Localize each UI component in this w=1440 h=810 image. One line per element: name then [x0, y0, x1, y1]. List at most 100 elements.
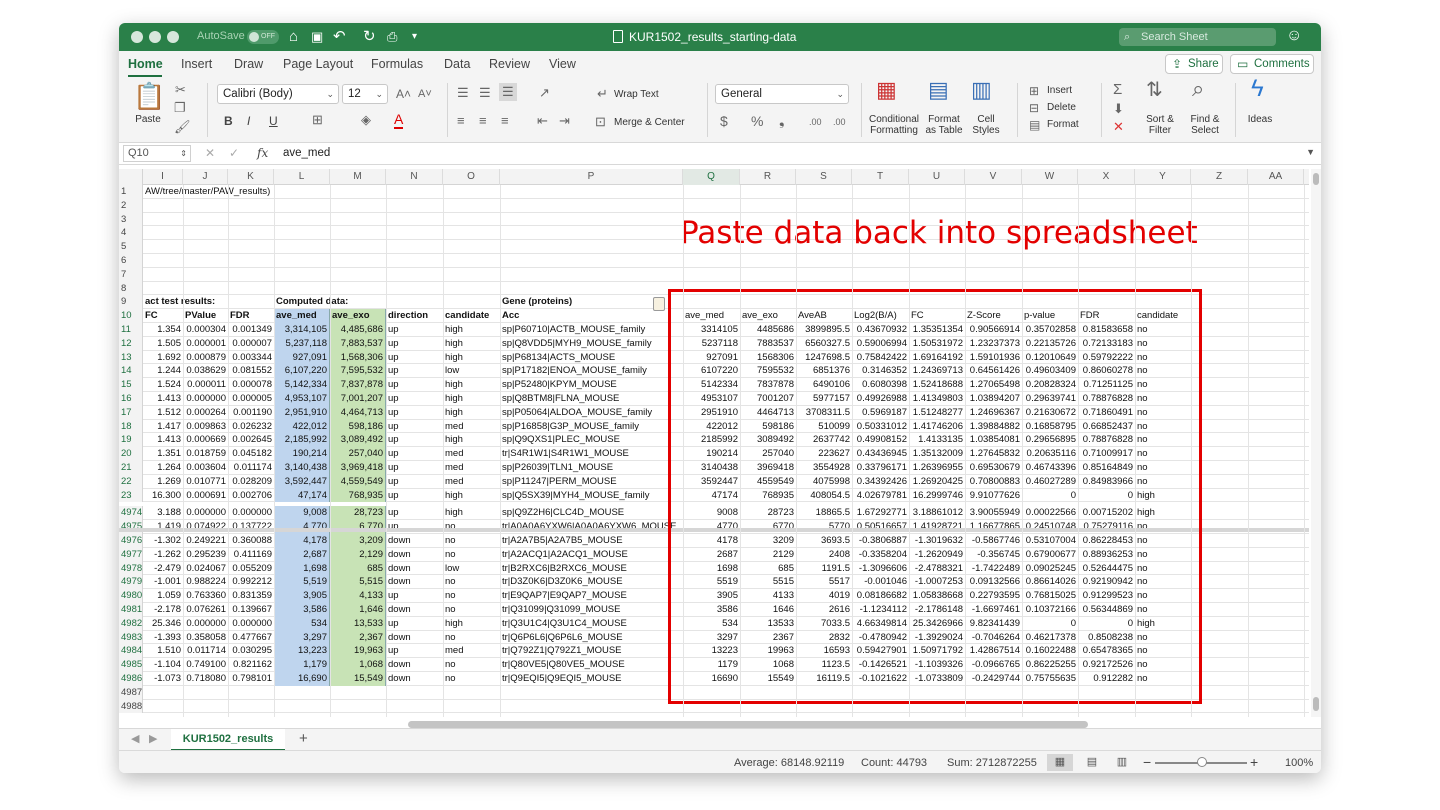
row-header[interactable]: 5 — [119, 240, 143, 254]
cell-styles-label-2[interactable]: Styles — [969, 125, 1003, 136]
column-header-w[interactable]: W — [1022, 169, 1078, 185]
cell-o[interactable]: high — [443, 617, 500, 631]
row-header[interactable]: 1 — [119, 185, 143, 199]
cell-n[interactable]: up — [386, 337, 443, 351]
cell-o[interactable]: high — [443, 506, 500, 520]
cancel-formula-icon[interactable]: ✕ — [205, 146, 215, 160]
cell-m[interactable]: 4,464,713 — [330, 405, 386, 420]
cell-m[interactable]: 1,068 — [330, 658, 386, 672]
sort-filter-label-1[interactable]: Sort & — [1143, 114, 1177, 125]
cell-i[interactable]: -2.479 — [143, 562, 183, 576]
format-as-table-label-2[interactable]: as Table — [923, 125, 965, 136]
cell-n[interactable]: up — [386, 506, 443, 520]
column-header-p[interactable]: P — [500, 169, 683, 185]
paste-icon[interactable]: 📋 — [133, 82, 165, 110]
format-as-table-icon[interactable]: ▤ — [928, 79, 949, 101]
comments-button[interactable]: ▭ Comments — [1230, 54, 1314, 74]
cell-o[interactable]: high — [443, 323, 500, 337]
cell-i[interactable]: act test results: — [143, 295, 283, 309]
cell-p[interactable]: tr|Q792Z1|Q792Z1_MOUSE — [500, 644, 690, 658]
tab-draw[interactable]: Draw — [234, 57, 263, 71]
cell-n[interactable]: up — [386, 644, 443, 658]
italic-icon[interactable]: I — [247, 113, 250, 129]
column-header-l[interactable]: L — [274, 169, 330, 185]
cell-l[interactable]: 5,142,334 — [274, 378, 330, 392]
cell-i[interactable]: 1.264 — [143, 461, 183, 475]
cell-m[interactable]: 7,595,532 — [330, 364, 386, 379]
row-header[interactable]: 18 — [119, 419, 143, 434]
vertical-scroll-thumb-bottom[interactable] — [1313, 697, 1319, 711]
delete-cells-icon[interactable]: ⊟ — [1029, 100, 1039, 116]
fill-color-icon[interactable]: ◈ — [361, 112, 371, 128]
cell-j[interactable]: 0.038629 — [183, 364, 228, 378]
cell-l[interactable]: ave_med — [274, 309, 330, 323]
cell-l[interactable]: 534 — [274, 616, 330, 631]
cell-j[interactable]: 0.000879 — [183, 351, 228, 365]
cell-p[interactable]: tr|D3Z0K6|D3Z0K6_MOUSE — [500, 575, 690, 589]
spreadsheet-grid[interactable]: I J K L M N O P Q R S T U V W X Y Z AA 1 AW/tree/master/PAW… — [119, 169, 1321, 717]
normal-view-icon[interactable]: ▦ — [1047, 754, 1073, 771]
cell-n[interactable]: down — [386, 631, 443, 645]
cell-p[interactable]: tr|Q3U1C4|Q3U1C4_MOUSE — [500, 617, 690, 631]
cell-l[interactable]: 3,140,438 — [274, 461, 330, 475]
cell-k[interactable]: FDR — [228, 309, 274, 323]
zoom-out-icon[interactable]: − — [1143, 754, 1151, 770]
cell-o[interactable]: no — [443, 672, 500, 686]
cell-j[interactable]: 0.000000 — [183, 506, 228, 520]
cell-n[interactable]: up — [386, 617, 443, 631]
customize-toolbar-icon[interactable]: ▾ — [412, 28, 417, 46]
cell-i[interactable]: 1.692 — [143, 351, 183, 365]
page-break-view-icon[interactable]: ▥ — [1109, 754, 1135, 771]
column-header-s[interactable]: S — [796, 169, 852, 185]
cell-o[interactable]: med — [443, 644, 500, 658]
cell-m[interactable]: 4,559,549 — [330, 474, 386, 489]
cell-i[interactable]: 1.059 — [143, 589, 183, 603]
cell-m[interactable]: 5,515 — [330, 575, 386, 590]
clear-icon[interactable]: ✕ — [1113, 119, 1124, 135]
cell-i[interactable]: 1.413 — [143, 392, 183, 406]
undo-icon[interactable]: ↶ — [333, 28, 346, 46]
tab-insert[interactable]: Insert — [181, 57, 212, 71]
cell-n[interactable]: up — [386, 447, 443, 461]
cell-j[interactable]: PValue — [183, 309, 228, 323]
cell-i[interactable]: -1.001 — [143, 575, 183, 589]
cell-k[interactable]: 0.477667 — [228, 631, 274, 645]
cell-p[interactable]: sp|P05064|ALDOA_MOUSE_family — [500, 406, 690, 420]
cell-o[interactable]: high — [443, 378, 500, 392]
zoom-window-button[interactable] — [167, 31, 179, 43]
find-select-icon[interactable]: ⌕ — [1192, 78, 1204, 100]
tab-page-layout[interactable]: Page Layout — [283, 57, 353, 71]
conditional-formatting-icon[interactable]: ▦ — [876, 79, 897, 101]
cell-o[interactable]: high — [443, 337, 500, 351]
cell-m[interactable]: 13,533 — [330, 616, 386, 631]
cell-k[interactable]: 0.411169 — [228, 548, 274, 562]
vertical-scrollbar[interactable] — [1311, 169, 1321, 717]
cell-l[interactable]: 3,592,447 — [274, 474, 330, 489]
conditional-formatting-label-2[interactable]: Formatting — [867, 125, 921, 136]
column-header-x[interactable]: X — [1078, 169, 1135, 185]
minimize-window-button[interactable] — [149, 31, 161, 43]
merge-center-label[interactable]: Merge & Center — [614, 117, 685, 128]
cell-j[interactable]: 0.000001 — [183, 337, 228, 351]
cell-n[interactable]: up — [386, 461, 443, 475]
cell-m[interactable]: 685 — [330, 561, 386, 576]
cell-p[interactable]: sp|Q8VDD5|MYH9_MOUSE_family — [500, 337, 690, 351]
cell-o[interactable]: high — [443, 406, 500, 420]
cell-k[interactable]: 0.026232 — [228, 420, 274, 434]
row-header[interactable]: 16 — [119, 392, 143, 406]
merge-center-icon[interactable]: ⊡ — [595, 114, 606, 130]
cell-i[interactable]: 1.413 — [143, 433, 183, 447]
cell-o[interactable]: med — [443, 420, 500, 434]
select-all-corner[interactable] — [119, 169, 143, 185]
zoom-slider-knob[interactable] — [1197, 757, 1207, 767]
increase-indent-icon[interactable]: ⇥ — [559, 113, 570, 129]
column-header-j[interactable]: J — [183, 169, 228, 185]
cell-l[interactable]: 4,953,107 — [274, 392, 330, 406]
confirm-formula-icon[interactable]: ✓ — [229, 146, 239, 160]
column-header-n[interactable]: N — [386, 169, 443, 185]
column-header-aa[interactable]: AA — [1248, 169, 1304, 185]
cell-i[interactable]: 1.510 — [143, 644, 183, 658]
row-header[interactable]: 4979 — [119, 575, 143, 590]
row-header[interactable]: 4980 — [119, 589, 143, 603]
cell-m[interactable]: 3,089,492 — [330, 433, 386, 448]
